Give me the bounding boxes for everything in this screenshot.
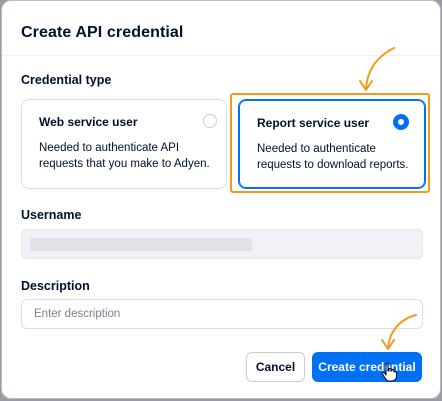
description-field-wrapper [21,299,423,329]
option-description: Needed to authenticate requests to downl… [257,143,409,171]
credential-type-label: Credential type [21,73,112,87]
username-field [21,229,423,259]
description-input[interactable] [22,300,422,328]
create-credential-button[interactable]: Create credential [312,352,422,382]
username-label: Username [21,208,82,222]
create-api-credential-dialog: Create API credential Credential type We… [1,0,441,399]
dialog-title: Create API credential [21,24,184,41]
web-service-user-radio[interactable] [203,114,217,128]
option-title: Report service user [257,116,370,130]
web-service-user-option[interactable]: Web service user Needed to authenticate … [21,99,227,189]
option-description: Needed to authenticate API requests that… [39,142,210,170]
redacted-username-value [30,238,252,251]
option-title: Web service user [39,115,138,129]
cancel-button[interactable]: Cancel [246,352,305,382]
report-service-user-radio[interactable] [394,115,408,129]
header-divider [2,55,440,56]
description-label: Description [21,279,90,293]
report-service-user-option[interactable]: Report service user Needed to authentica… [238,99,426,189]
